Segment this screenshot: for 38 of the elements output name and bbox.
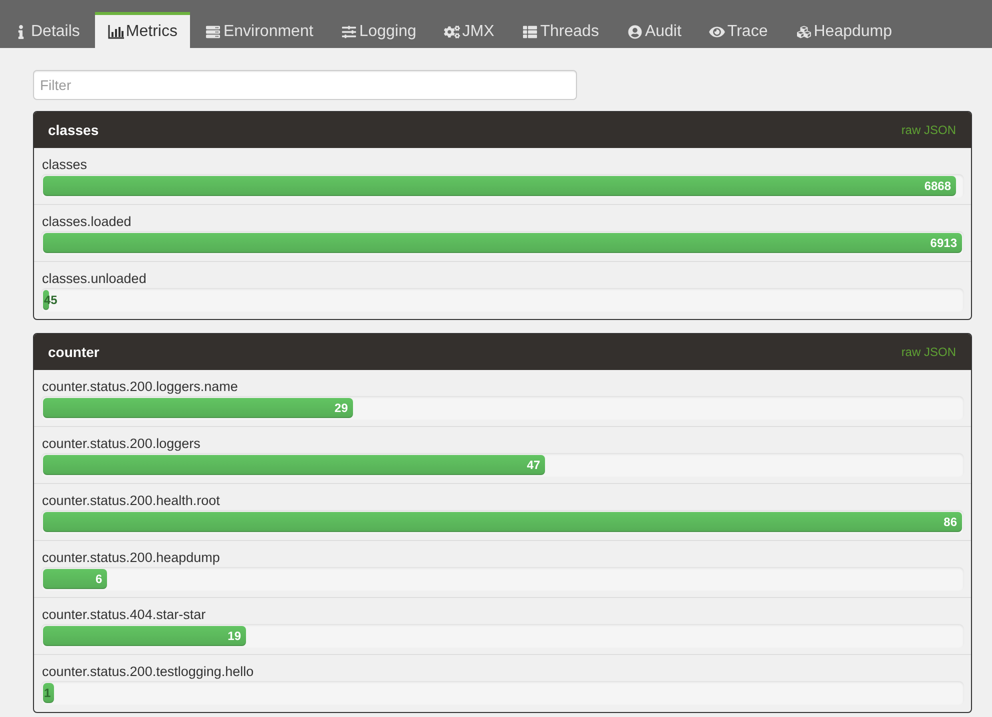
panel-title: counter xyxy=(48,344,100,360)
progress-value: 19 xyxy=(226,628,241,645)
filter-field[interactable]: Filter xyxy=(33,70,577,100)
nav-tab[interactable]: Trace xyxy=(696,12,781,48)
progress-value: 6 xyxy=(94,571,102,588)
metric-label: classes xyxy=(41,156,88,174)
progress-value: 6913 xyxy=(929,235,957,252)
bar-chart-icon xyxy=(108,25,124,39)
nav-tab[interactable]: Heapdump xyxy=(782,12,906,48)
nav-tab[interactable]: Environment xyxy=(192,12,326,48)
progress-value: 6868 xyxy=(923,178,952,195)
sliders-icon xyxy=(341,25,358,39)
progress-value: 86 xyxy=(942,514,957,531)
raw-json-link[interactable]: raw JSON xyxy=(901,123,956,137)
progress-value: 29 xyxy=(334,400,348,417)
metric-label: counter.status.404.star-star xyxy=(41,606,207,624)
list-icon xyxy=(522,25,538,39)
nav-tab[interactable]: Threads xyxy=(509,12,612,48)
metric-label: counter.status.200.loggers.name xyxy=(41,378,239,396)
raw-json-link[interactable]: raw JSON xyxy=(901,345,956,359)
metric-label: counter.status.200.loggers xyxy=(41,435,202,453)
nav-tab[interactable]: Audit xyxy=(614,12,694,48)
progress-value: 1 xyxy=(43,685,51,702)
eye-icon xyxy=(709,25,726,39)
nav-tab[interactable]: Details xyxy=(0,12,93,48)
nav-tab[interactable]: Metrics xyxy=(94,12,190,48)
nav-tab[interactable]: Logging xyxy=(328,12,430,48)
metric-label: counter.status.200.heapdump xyxy=(41,549,221,567)
server-icon xyxy=(205,25,222,39)
metric-label: classes.unloaded xyxy=(41,270,148,288)
metric-label: counter.status.200.testlogging.hello xyxy=(41,663,255,681)
panel-title: classes xyxy=(48,122,99,138)
metric-label: counter.status.200.health.root xyxy=(41,492,221,510)
gears-icon xyxy=(444,25,460,39)
metric-label: classes.loaded xyxy=(41,213,132,231)
nav-tab[interactable]: JMX xyxy=(431,12,508,48)
cubes-icon xyxy=(796,25,812,39)
progress-value: 47 xyxy=(526,457,540,474)
